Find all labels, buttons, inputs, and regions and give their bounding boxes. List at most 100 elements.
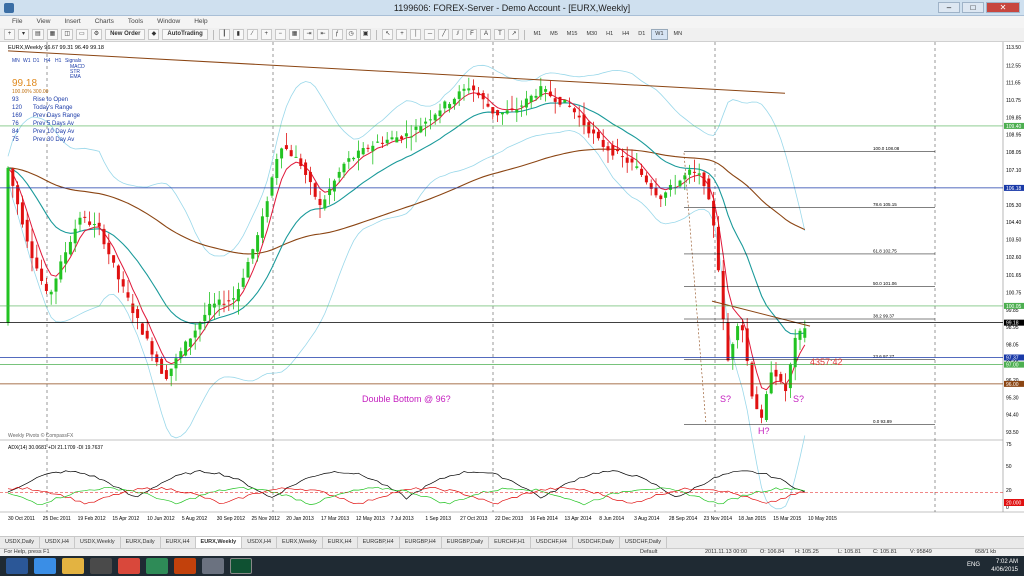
period-tab-d1[interactable]: D1 [33,58,40,64]
chart-tab[interactable]: EURGBP,H4 [400,537,442,548]
chart-tab[interactable]: USDX,Weekly [75,537,121,548]
candle-body [558,96,562,105]
timeframe-h4[interactable]: H4 [619,29,632,40]
system-clock[interactable]: 7:02 AM 4/06/2015 [991,558,1018,574]
horizontal-line-icon[interactable]: ─ [424,29,436,40]
timeframe-m15[interactable]: M15 [564,29,581,40]
chart-window[interactable]: 100.0 108.08 78.6 105.15 61.8 102.75 50.0 1… [0,42,1024,536]
trendline-icon[interactable]: ╱ [438,29,450,40]
chart-tab[interactable]: EURGBP,Daily [442,537,490,548]
chart-tab[interactable]: EURX,Weekly [277,537,323,548]
candle-body [299,158,303,166]
timeframe-m30[interactable]: M30 [583,29,600,40]
media-player-icon[interactable] [90,558,112,574]
channel-icon[interactable]: ⫽ [452,29,464,40]
strategy-tester-icon[interactable]: ⚙ [90,29,103,40]
chart-tab[interactable]: USDCHF,H4 [531,537,573,548]
timeframe-w1[interactable]: W1 [651,29,668,40]
chart-tab[interactable]: USDCHF,Daily [573,537,620,548]
label-icon[interactable]: T [494,29,506,40]
zoom-in-icon[interactable]: + [260,29,272,40]
candle-body [520,105,524,107]
market-watch-icon[interactable]: ▤ [32,29,44,40]
terminal-icon[interactable]: ▭ [76,29,88,40]
timeframe-mn[interactable]: MN [671,29,686,40]
language-indicator[interactable]: ENG [967,562,980,568]
timeframe-h1[interactable]: H1 [603,29,616,40]
minimize-button[interactable]: – [938,2,960,13]
new-order-button[interactable]: New Order [105,29,146,40]
chart-tab[interactable]: USDX,H4 [242,537,278,548]
menu-charts[interactable]: Charts [89,16,120,28]
generic-app-icon[interactable] [202,558,224,574]
bar-chart-icon[interactable]: ┃ [218,29,230,40]
candle-body [721,270,725,320]
chart-tab[interactable]: USDCHF,Daily [620,537,667,548]
chart-tab[interactable]: EURX,Daily [121,537,161,548]
date-axis-label: 3 Aug 2014 [634,516,660,522]
metatrader-taskbar-icon[interactable] [230,558,252,574]
date-axis-label: 30 Oct 2011 [8,516,35,522]
windows-start-icon[interactable] [6,558,28,574]
candle-body [203,314,207,322]
vertical-line-icon[interactable]: │ [410,29,422,40]
stat-label: Rise to Open [33,97,68,103]
price-chart[interactable]: 100.0 108.08 78.6 105.15 61.8 102.75 50.0 1… [0,42,1024,536]
chart-tab[interactable]: EURX,H4 [161,537,196,548]
chart-tabs: USDX,Daily USDX,H4 USDX,Weekly EURX,Dail… [0,536,1024,548]
period-tab-h4[interactable]: H4 [44,58,51,64]
candle-body [280,148,284,159]
tile-windows-icon[interactable]: ▦ [288,29,301,40]
arrows-icon[interactable]: ↗ [508,29,520,40]
templates-icon[interactable]: ▣ [359,29,372,40]
menu-view[interactable]: View [30,16,56,28]
chart-tab[interactable]: USDX,H4 [40,537,75,548]
maximize-button[interactable]: □ [962,2,984,13]
menu-insert[interactable]: Insert [58,16,86,28]
autoscroll-icon[interactable]: ⇥ [303,29,315,40]
chart-tab-active[interactable]: EURX,Weekly [195,537,243,548]
menu-file[interactable]: File [6,16,28,28]
price-axis-label: 101.65 [1006,273,1022,279]
clock-date: 4/06/2015 [991,567,1018,573]
timeframe-d1[interactable]: D1 [635,29,648,40]
chart-tab[interactable]: EURX,H4 [323,537,358,548]
autotrading-button[interactable]: AutoTrading [162,29,208,40]
new-chart-icon[interactable]: + [4,29,15,40]
period-tab-h1[interactable]: H1 [55,58,62,64]
candle-body [438,110,442,117]
chart-tab[interactable]: USDX,Daily [0,537,41,548]
menu-window[interactable]: Window [151,16,186,28]
close-button[interactable]: ✕ [986,2,1020,13]
file-explorer-icon[interactable] [62,558,84,574]
powerpoint-icon[interactable] [174,558,196,574]
fibonacci-icon[interactable]: F [466,29,478,40]
candle-body [769,372,773,394]
text-icon[interactable]: A [480,29,492,40]
chart-tab[interactable]: EURCHF,H1 [489,537,531,548]
cursor-icon[interactable]: ↖ [382,29,394,40]
crosshair-icon[interactable]: + [396,29,408,40]
menu-tools[interactable]: Tools [122,16,149,28]
candle-body [774,369,778,377]
metaeditor-icon[interactable]: ◆ [148,29,160,40]
candle-body [443,101,447,109]
excel-icon[interactable] [146,558,168,574]
period-tab-w1[interactable]: W1 [23,58,31,64]
chart-tab[interactable]: EURGBP,H4 [358,537,400,548]
data-window-icon[interactable]: ▦ [46,29,59,40]
timeframe-m5[interactable]: M5 [547,29,561,40]
navigator-icon[interactable]: ◫ [61,29,74,40]
profiles-icon[interactable]: ▾ [18,29,29,40]
candlestick-icon[interactable]: ▮ [232,29,244,40]
timeframe-m1[interactable]: M1 [530,29,544,40]
chart-shift-icon[interactable]: ⇤ [317,29,329,40]
internet-explorer-icon[interactable] [34,558,56,574]
zoom-out-icon[interactable]: − [274,29,286,40]
chrome-icon[interactable] [118,558,140,574]
indicators-icon[interactable]: ƒ [331,29,343,40]
period-tab-mn[interactable]: MN [12,58,20,64]
menu-help[interactable]: Help [188,16,213,28]
periods-icon[interactable]: ◷ [345,29,357,40]
line-chart-icon[interactable]: ⁄ [246,29,258,40]
